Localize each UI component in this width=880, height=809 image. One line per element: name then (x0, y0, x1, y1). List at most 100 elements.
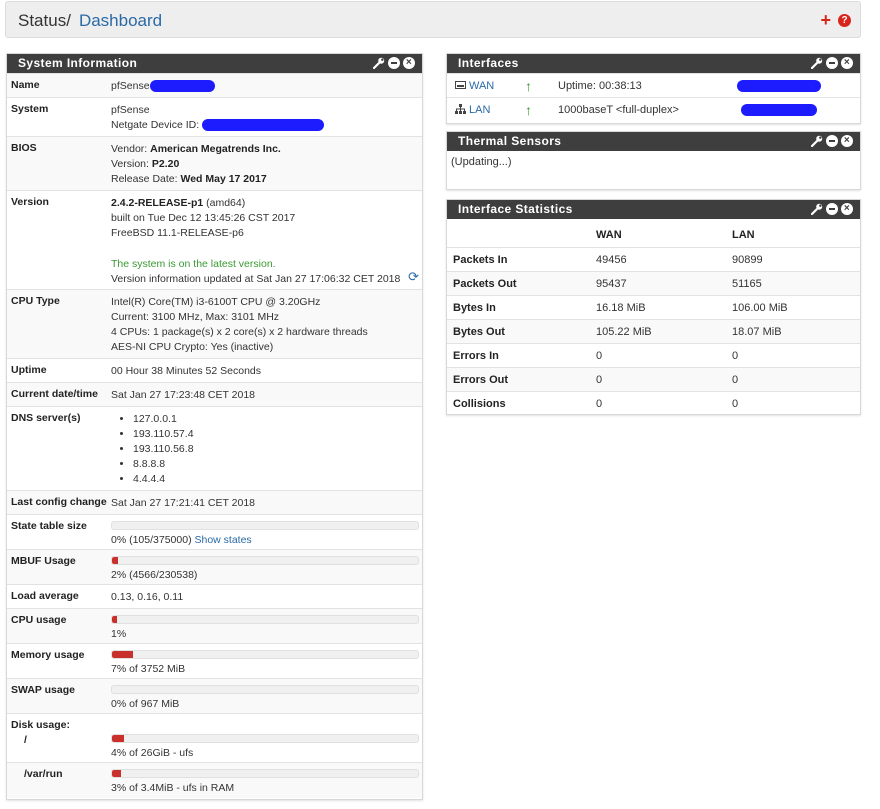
minimize-icon[interactable] (826, 57, 838, 69)
breadcrumb-separator: / (66, 11, 71, 30)
lan-value: 106.00 MiB (732, 302, 788, 314)
redacted-mark (737, 80, 821, 92)
label-last-config: Last config change (11, 496, 107, 508)
dns-list: 127.0.0.1 193.110.57.4 193.110.56.8 8.8.… (119, 412, 194, 487)
dns-server: 193.110.57.4 (133, 427, 194, 442)
breadcrumb-dashboard[interactable]: Dashboard (79, 11, 162, 30)
label-state-table: State table size (11, 520, 87, 532)
disk-varrun-fill (112, 770, 122, 777)
memory-fill (112, 651, 134, 658)
row-disk-root: Disk usage: / 4% of 26GiB - ufs (7, 713, 422, 762)
row-label: Bytes In (453, 302, 496, 314)
value-dns: 127.0.0.1 193.110.57.4 193.110.56.8 8.8.… (119, 412, 194, 487)
close-icon[interactable]: × (841, 57, 853, 69)
label-disk-root: / (24, 734, 27, 746)
ethernet-icon (455, 80, 466, 90)
add-widget-icon[interactable]: + (820, 11, 831, 29)
interface-link-lan[interactable]: LAN (469, 104, 490, 116)
lan-value: 0 (732, 350, 739, 362)
value-uptime: 00 Hour 38 Minutes 52 Seconds (111, 365, 262, 377)
state-table-bar (111, 521, 419, 530)
label-datetime: Current date/time (11, 388, 98, 400)
show-states-link[interactable]: Show states (194, 534, 251, 546)
refresh-icon[interactable]: ⟳ (408, 269, 419, 285)
bios-vendor: American Megatrends Inc. (150, 143, 281, 155)
label-disk-varrun: /var/run (24, 768, 63, 780)
cpu-usage-text: 1% (111, 628, 127, 640)
table-row: Packets Out 95437 51165 (447, 271, 860, 295)
row-system: System pfSense Netgate Device ID: (7, 97, 422, 136)
row-cpu-usage: CPU usage 1% (7, 608, 422, 643)
wrench-icon[interactable] (811, 135, 823, 147)
version-os: FreeBSD 11.1-RELEASE-p6 (111, 227, 244, 239)
minimize-icon[interactable] (388, 57, 400, 69)
panel-title: Interfaces (458, 56, 519, 70)
row-cpu-type: CPU Type Intel(R) Core(TM) i3-6100T CPU … (7, 289, 422, 358)
value-name: pfSense (111, 79, 215, 94)
dns-server: 4.4.4.4 (133, 472, 194, 487)
label-system: System (11, 103, 49, 115)
page-title-text: Status (18, 11, 67, 30)
name-text: pfSense (111, 80, 150, 92)
value-cpu-type: Intel(R) Core(TM) i3-6100T CPU @ 3.20GHz… (111, 295, 368, 355)
dns-server: 127.0.0.1 (133, 412, 194, 427)
row-datetime: Current date/time Sat Jan 27 17:23:48 CE… (7, 382, 422, 406)
disk-varrun-bar (111, 769, 419, 778)
row-label: Packets Out (453, 278, 517, 290)
wan-value: 0 (596, 350, 603, 362)
memory-text: 7% of 3752 MiB (111, 663, 186, 675)
value-version: 2.4.2-RELEASE-p1 (amd64) built on Tue De… (111, 196, 400, 287)
panel-heading: Thermal Sensors × (447, 132, 860, 151)
system-text: pfSense (111, 104, 150, 116)
lan-value: 90899 (732, 254, 763, 266)
wan-value: 0 (596, 398, 603, 410)
disk-varrun-text: 3% of 3.4MiB - ufs in RAM (111, 782, 235, 794)
cpu-model: Intel(R) Core(TM) i3-6100T CPU @ 3.20GHz (111, 296, 321, 308)
disk-root-text: 4% of 26GiB - ufs (111, 747, 194, 759)
interface-row-lan: LAN ↑ 1000baseT <full-duplex> (447, 97, 860, 121)
bios-date-label: Release Date: (111, 173, 178, 185)
row-label: Errors Out (453, 374, 509, 386)
cpu-freq: Current: 3100 MHz, Max: 3101 MHz (111, 311, 280, 323)
row-last-config: Last config change Sat Jan 27 17:21:41 C… (7, 490, 422, 514)
wrench-icon[interactable] (811, 203, 823, 215)
panel-title: Thermal Sensors (458, 134, 562, 148)
column-header-wan: WAN (596, 229, 622, 241)
version-arch: (amd64) (206, 197, 246, 209)
wrench-icon[interactable] (373, 57, 385, 69)
value-system: pfSense Netgate Device ID: (111, 103, 325, 133)
label-memory: Memory usage (11, 649, 85, 661)
label-cpu-usage: CPU usage (11, 614, 67, 626)
wrench-icon[interactable] (811, 57, 823, 69)
row-version: Version 2.4.2-RELEASE-p1 (amd64) built o… (7, 190, 422, 289)
bios-vendor-label: Vendor: (111, 143, 148, 155)
table-header: WAN LAN (447, 223, 860, 247)
close-icon[interactable]: × (841, 135, 853, 147)
help-icon[interactable]: ? (838, 14, 851, 27)
interface-link-wan[interactable]: WAN (469, 80, 494, 92)
network-icon (455, 104, 466, 114)
interface-statistics-panel: Interface Statistics × WAN LAN Packets I… (446, 199, 861, 415)
close-icon[interactable]: × (403, 57, 415, 69)
wan-value: 16.18 MiB (596, 302, 646, 314)
cpu-cores: 4 CPUs: 1 package(s) x 2 core(s) x 2 har… (111, 326, 368, 338)
bios-version: P2.20 (151, 158, 180, 170)
label-mbuf: MBUF Usage (11, 555, 76, 567)
wan-value: 105.22 MiB (596, 326, 652, 338)
thermal-status: (Updating...) (451, 156, 512, 168)
panel-title: Interface Statistics (458, 202, 573, 216)
mbuf-fill (112, 557, 119, 564)
table-row: Errors In 0 0 (447, 343, 860, 367)
label-load: Load average (11, 590, 79, 602)
cpu-usage-bar (111, 615, 419, 624)
minimize-icon[interactable] (826, 203, 838, 215)
close-icon[interactable]: × (841, 203, 853, 215)
row-disk-varrun: /var/run 3% of 3.4MiB - ufs in RAM (7, 762, 422, 798)
minimize-icon[interactable] (826, 135, 838, 147)
swap-bar (111, 685, 419, 694)
device-id-label: Netgate Device ID: (111, 119, 200, 131)
row-load: Load average 0.13, 0.16, 0.11 (7, 584, 422, 608)
redacted-mark (202, 119, 325, 132)
lan-value: 51165 (732, 278, 762, 290)
cpu-crypto: AES-NI CPU Crypto: Yes (inactive) (111, 341, 274, 353)
